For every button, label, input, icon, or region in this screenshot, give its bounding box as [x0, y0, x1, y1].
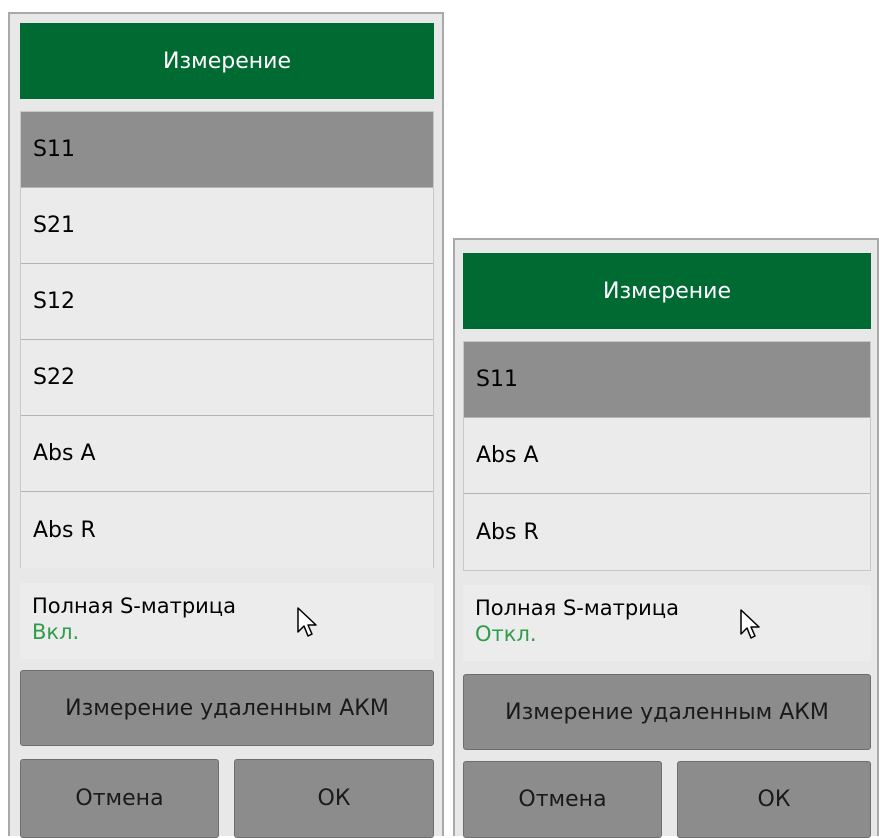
full-s-matrix-label: Полная S-матрица [475, 596, 679, 620]
list-item-abs-a[interactable]: Abs A [21, 416, 433, 492]
ok-button[interactable]: ОК [677, 761, 871, 838]
remote-calibration-button[interactable]: Измерение удаленным АКМ [20, 670, 434, 746]
ok-button[interactable]: ОК [234, 759, 434, 838]
full-s-matrix-value: Вкл. [32, 620, 80, 644]
list-item-s11[interactable]: S11 [464, 342, 870, 418]
measurement-dialog-left: Измерение S11 S21 S12 S22 Abs A Abs R По… [8, 12, 444, 838]
full-s-matrix-toggle[interactable]: Полная S-матрица Вкл. [20, 583, 434, 659]
measurement-list: S11 Abs A Abs R [463, 341, 871, 571]
measurement-list: S11 S21 S12 S22 Abs A Abs R [20, 111, 434, 568]
list-item-abs-r[interactable]: Abs R [464, 494, 870, 570]
cancel-button[interactable]: Отмена [463, 761, 662, 838]
list-item-s22[interactable]: S22 [21, 340, 433, 416]
cancel-button[interactable]: Отмена [20, 759, 219, 838]
full-s-matrix-label: Полная S-матрица [32, 594, 236, 618]
dialog-title: Измерение [463, 253, 871, 329]
list-item-abs-a[interactable]: Abs A [464, 418, 870, 494]
list-item-s12[interactable]: S12 [21, 264, 433, 340]
remote-calibration-button[interactable]: Измерение удаленным АКМ [463, 674, 871, 750]
mouse-cursor-icon [297, 607, 317, 637]
list-item-abs-r[interactable]: Abs R [21, 492, 433, 568]
list-item-s11[interactable]: S11 [21, 112, 433, 188]
mouse-cursor-icon [740, 609, 760, 639]
full-s-matrix-value: Откл. [475, 622, 537, 646]
list-item-s21[interactable]: S21 [21, 188, 433, 264]
full-s-matrix-toggle[interactable]: Полная S-матрица Откл. [463, 585, 871, 661]
measurement-dialog-right: Измерение S11 Abs A Abs R Полная S-матри… [453, 238, 879, 838]
dialog-title: Измерение [20, 23, 434, 99]
